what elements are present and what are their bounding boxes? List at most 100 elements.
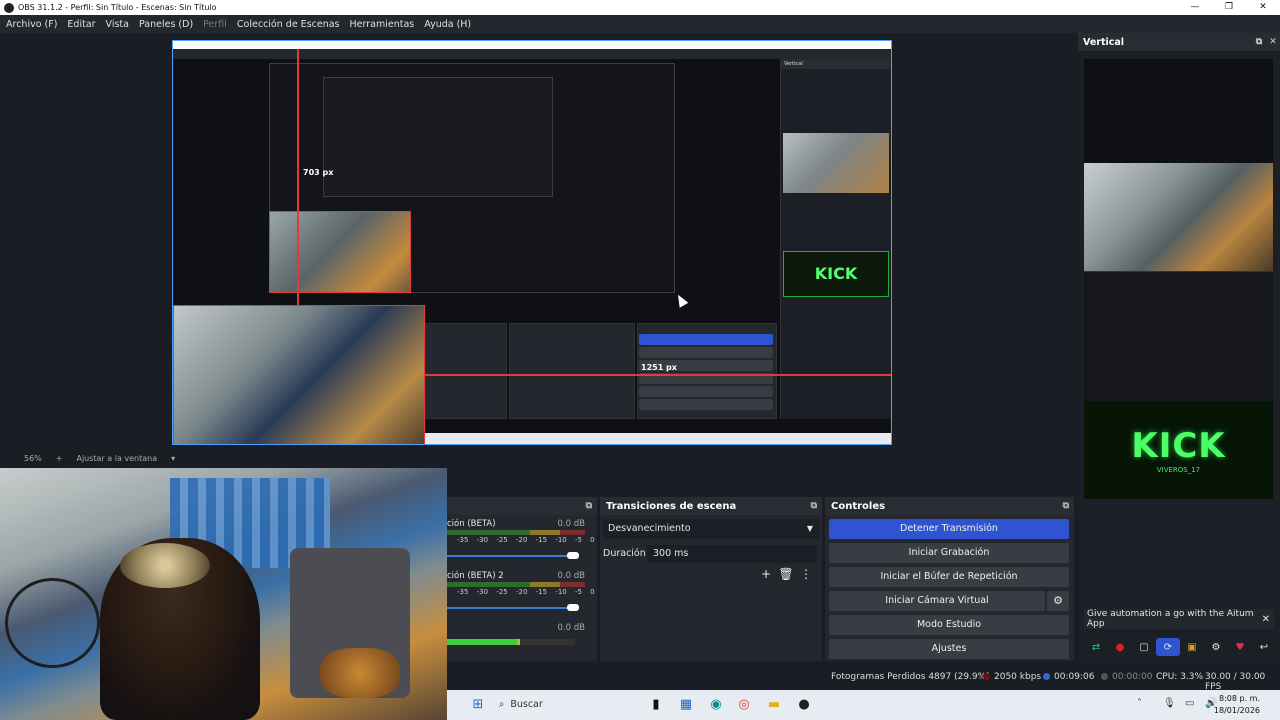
channel-name: ción (BETA) [447, 519, 496, 529]
replay-icon[interactable]: ⟳ [1156, 638, 1180, 656]
chevron-down-icon[interactable]: ▾ [171, 454, 175, 463]
duration-input[interactable]: 300 ms [647, 545, 817, 563]
virtual-cam-icon[interactable]: ▢ [1132, 638, 1156, 656]
store-icon[interactable]: ▦ [677, 696, 695, 714]
heart-icon[interactable]: ♥ [1228, 638, 1252, 656]
volume-meter [447, 530, 585, 535]
channel-name: ción (BETA) 2 [447, 571, 504, 581]
undock-icon[interactable]: ⧉ [1252, 37, 1266, 47]
status-bar: Fotogramas Perdidos 4897 (29.9%) 2050 kb… [447, 668, 1280, 692]
search-label: Buscar [510, 699, 543, 710]
tray-chevron-icon[interactable]: ˄ [1137, 698, 1142, 709]
start-virtual-camera-button[interactable]: Iniciar Cámara Virtual [829, 591, 1045, 611]
transition-select[interactable]: Desvanecimiento ▼ [603, 519, 819, 539]
start-recording-button[interactable]: Iniciar Grabación [829, 543, 1069, 563]
menu-ayuda[interactable]: Ayuda (H) [424, 19, 471, 30]
volume-slider[interactable] [447, 552, 579, 559]
nested-menu-bar [173, 49, 891, 59]
studio-mode-button[interactable]: Modo Estudio [829, 615, 1069, 635]
window-title: OBS 31.1.2 - Perfil: Sin Título - Escena… [18, 3, 217, 12]
nested-stop-stream-button [639, 334, 773, 345]
zoom-bar: 56% + Ajustar a la ventana ▾ [0, 451, 1074, 465]
volume-slider[interactable] [447, 604, 579, 611]
virtual-camera-settings-gear-icon[interactable]: ⚙ [1047, 591, 1069, 611]
nested-vertical-title: Vertical [781, 59, 891, 69]
fit-to-window-label[interactable]: Ajustar a la ventana [76, 454, 157, 463]
menu-herramientas[interactable]: Herramientas [350, 19, 415, 30]
vertical-kick-banner: KICK VIVEROS_17 [1084, 401, 1273, 499]
kick-logo-text: KICK [1131, 426, 1226, 466]
maximize-icon[interactable]: ❐ [1212, 0, 1246, 15]
undock-icon[interactable]: ⧉ [811, 501, 817, 511]
close-dock-icon[interactable]: ✕ [1266, 37, 1280, 47]
minimize-icon[interactable]: — [1178, 0, 1212, 15]
menu-bar: Archivo (F) Editar Vista Paneles (D) Per… [0, 15, 1280, 33]
streamer-hair [120, 543, 210, 588]
transition-toolbar: + 🗑 ⋮ [756, 567, 816, 581]
volume-meter [447, 582, 585, 587]
slider-knob[interactable] [567, 604, 579, 611]
folder-icon[interactable]: ▬ [765, 696, 783, 714]
obs-logo-icon [4, 2, 14, 13]
menu-paneles[interactable]: Paneles (D) [139, 19, 193, 30]
start-replay-buffer-button[interactable]: Iniciar el Búfer de Repetición [829, 567, 1069, 587]
vertical-dock-title: Vertical [1083, 36, 1125, 48]
transition-selected: Desvanecimiento [608, 523, 691, 534]
stop-streaming-button[interactable]: Detener Transmisión [829, 519, 1069, 539]
vertical-dock: Vertical ⧉ ✕ KICK VIVEROS_17 Give automa… [1078, 33, 1280, 661]
taskbar-clock[interactable]: 8:08 p. m. 18/01/2026 [1214, 693, 1260, 717]
taskbar-search[interactable]: ⌕ Buscar [499, 695, 647, 715]
nested-vertical-webcam [783, 133, 889, 193]
channel-db: 0.0 dB [557, 623, 585, 633]
audio-channel: ción (BETA) 0.0 dB -35 -30 -25 -20 -15 -… [447, 519, 597, 565]
menu-perfil[interactable]: Perfil [203, 19, 227, 30]
menu-archivo[interactable]: Archivo (F) [6, 19, 57, 30]
dropped-frames: Fotogramas Perdidos 4897 (29.9%) [831, 672, 990, 682]
edge-icon[interactable]: ◉ [707, 696, 725, 714]
search-icon: ⌕ [499, 699, 505, 710]
close-notification-icon[interactable]: ✕ [1262, 614, 1270, 625]
clock-time: 8:08 p. m. [1218, 694, 1260, 703]
window-controls: — ❐ ✕ [1178, 0, 1280, 15]
transitions-header: Transiciones de escena ⧉ [600, 497, 822, 515]
menu-editar[interactable]: Editar [67, 19, 95, 30]
duration-row: Duración 300 ms [603, 545, 819, 563]
zoom-level[interactable]: 56% [24, 454, 42, 463]
windows-taskbar: ⊞ ⌕ Buscar ▮ ▦ ◉ ◎ ▬ ● ˄ 🎙 ▭ 🔊 8:08 p. m.… [447, 690, 1280, 720]
program-preview[interactable]: Vertical KICK 703 px 1251 px [172, 40, 892, 445]
buffer-icon[interactable]: ▣ [1180, 638, 1204, 656]
nested-preview-inner [323, 77, 553, 197]
record-icon[interactable]: ● [1108, 638, 1132, 656]
network-icon[interactable]: ▭ [1185, 698, 1194, 709]
obs-taskbar-icon[interactable]: ● [795, 696, 813, 714]
menu-vista[interactable]: Vista [106, 19, 129, 30]
nested-button [639, 386, 773, 397]
zoom-plus-icon[interactable]: + [56, 454, 63, 463]
controls-header: Controles ⧉ [825, 497, 1074, 515]
windows-start-icon[interactable]: ⊞ [469, 696, 487, 714]
menu-coleccion-escenas[interactable]: Colección de Escenas [237, 19, 340, 30]
settings-button[interactable]: Ajustes [829, 639, 1069, 659]
slider-knob[interactable] [567, 552, 579, 559]
scene-transitions-panel: Transiciones de escena ⧉ Desvanecimiento… [600, 497, 822, 661]
close-icon[interactable]: ✕ [1246, 0, 1280, 15]
vertical-toolbar: ⇄ ● ▢ ⟳ ▣ ⚙ ♥ ↩ [1078, 635, 1280, 659]
undock-icon[interactable]: ⧉ [1063, 501, 1069, 511]
chrome-icon[interactable]: ◎ [735, 696, 753, 714]
guide-line-vertical [297, 49, 299, 305]
channel-db: 0.0 dB [557, 571, 585, 581]
settings-gear-icon[interactable]: ⚙ [1204, 638, 1228, 656]
file-icon[interactable]: ▮ [647, 696, 665, 714]
add-icon[interactable]: + [756, 567, 776, 581]
undock-icon[interactable]: ⧉ [586, 501, 592, 511]
vertical-canvas[interactable]: KICK VIVEROS_17 [1084, 59, 1273, 499]
trash-icon[interactable]: 🗑 [776, 567, 796, 581]
more-options-icon[interactable]: ⋮ [796, 567, 816, 581]
aitum-notification: Give automation a go with the Aitum App … [1084, 609, 1274, 629]
stream-toggle-icon[interactable]: ⇄ [1084, 638, 1108, 656]
bicycle [5, 578, 100, 668]
microphone-icon[interactable]: 🎙 [1163, 698, 1176, 709]
more-icon[interactable]: ↩ [1252, 638, 1276, 656]
webcam-source-selected[interactable] [173, 305, 425, 444]
webcam-overlay [0, 468, 447, 720]
